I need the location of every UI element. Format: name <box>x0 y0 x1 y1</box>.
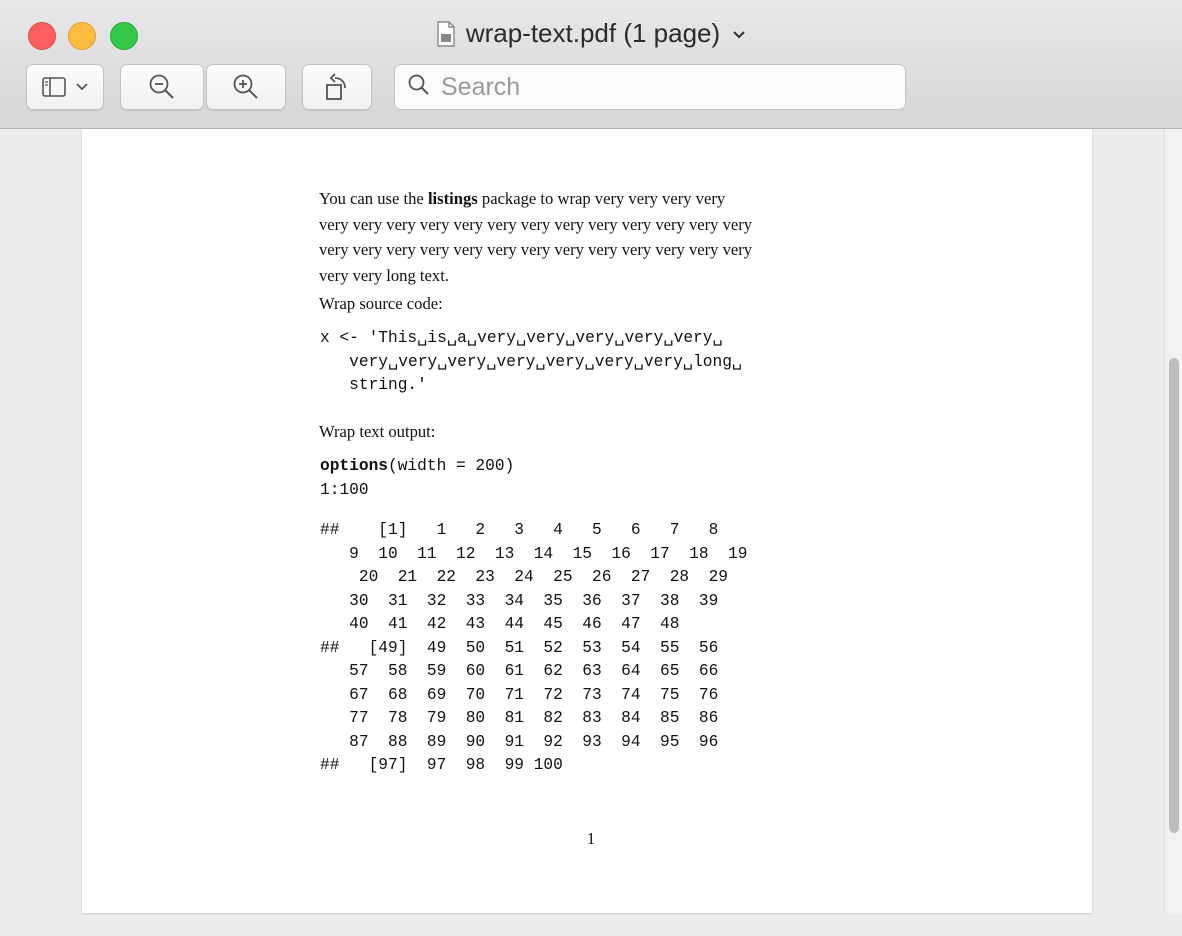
zoom-out-button[interactable] <box>120 64 204 110</box>
zoom-in-icon <box>232 73 260 101</box>
listings-keyword: listings <box>427 189 478 208</box>
sidebar-icon <box>42 76 76 98</box>
code-line: 1:100 <box>320 480 369 499</box>
options-keyword: options <box>320 457 388 475</box>
rotate-icon <box>322 72 352 102</box>
intro-line-1-rest: package to wrap very very very very <box>481 189 726 208</box>
rotate-left-button[interactable] <box>302 64 372 110</box>
zoom-in-button[interactable] <box>206 64 286 110</box>
code-line: very␣very␣very␣very␣very␣very␣very␣long␣ <box>320 352 743 371</box>
result-line: 77 78 79 80 81 82 83 84 85 86 <box>320 709 719 727</box>
wrap-source-label: Wrap source code: <box>319 294 443 313</box>
code-line: x <- 'This␣is␣a␣very␣very␣very␣very␣very… <box>320 329 723 347</box>
options-code-block: options(width = 200) 1:100 <box>320 455 514 502</box>
pdf-document-icon <box>436 20 456 47</box>
intro-line: very very very very very very very very … <box>319 214 753 234</box>
sidebar-toggle-button[interactable] <box>26 64 104 110</box>
result-line: ## [97] 97 98 99 100 <box>320 756 563 774</box>
intro-line: very very long text. <box>319 265 449 285</box>
window-title: wrap-text.pdf (1 page) <box>465 18 721 48</box>
code-line: string.' <box>320 376 427 394</box>
chevron-down-icon <box>76 83 88 91</box>
search-input[interactable] <box>439 71 883 103</box>
options-args: (width = 200) <box>388 457 515 475</box>
search-icon <box>395 73 431 102</box>
page-number: 1 <box>586 829 596 848</box>
result-line: 87 88 89 90 91 92 93 94 95 96 <box>320 732 719 751</box>
result-line: 67 68 69 70 71 72 73 74 75 76 <box>320 685 719 704</box>
output-result-block: ## [1] 1 2 3 4 5 6 7 8 9 10 11 12 13 14 … <box>320 519 747 778</box>
result-line: 57 58 59 60 61 62 63 64 65 66 <box>320 662 719 680</box>
intro-paragraph: You can use the listings package to wrap… <box>319 186 859 288</box>
result-line: 9 10 11 12 13 14 15 16 17 18 19 <box>320 544 748 563</box>
search-field[interactable] <box>394 64 906 110</box>
result-line: 30 31 32 33 34 35 36 37 38 39 <box>320 591 719 610</box>
intro-line: You can use the listings package to wrap… <box>319 186 859 212</box>
source-code-block: x <- 'This␣is␣a␣very␣very␣very␣very␣very… <box>320 327 742 398</box>
wrap-output-label: Wrap text output: <box>319 422 436 441</box>
result-line: 20 21 22 23 24 25 26 27 28 29 <box>320 568 728 586</box>
result-line: ## [1] 1 2 3 4 5 6 7 8 <box>320 521 719 539</box>
window-title-menu[interactable]: wrap-text.pdf (1 page) <box>0 18 1182 49</box>
result-line: ## [49] 49 50 51 52 53 54 55 56 <box>320 638 719 657</box>
scrollbar-thumb[interactable] <box>1169 358 1179 833</box>
zoom-out-icon <box>148 73 176 101</box>
intro-line: very very very very very very very very … <box>319 240 753 259</box>
chevron-down-icon[interactable] <box>732 23 746 44</box>
window-titlebar: wrap-text.pdf (1 page) <box>0 0 1182 129</box>
intro-text-start: You can use the <box>319 189 428 208</box>
result-line: 40 41 42 43 44 45 46 47 48 <box>320 615 680 633</box>
code-line: options(width = 200) <box>320 455 514 479</box>
